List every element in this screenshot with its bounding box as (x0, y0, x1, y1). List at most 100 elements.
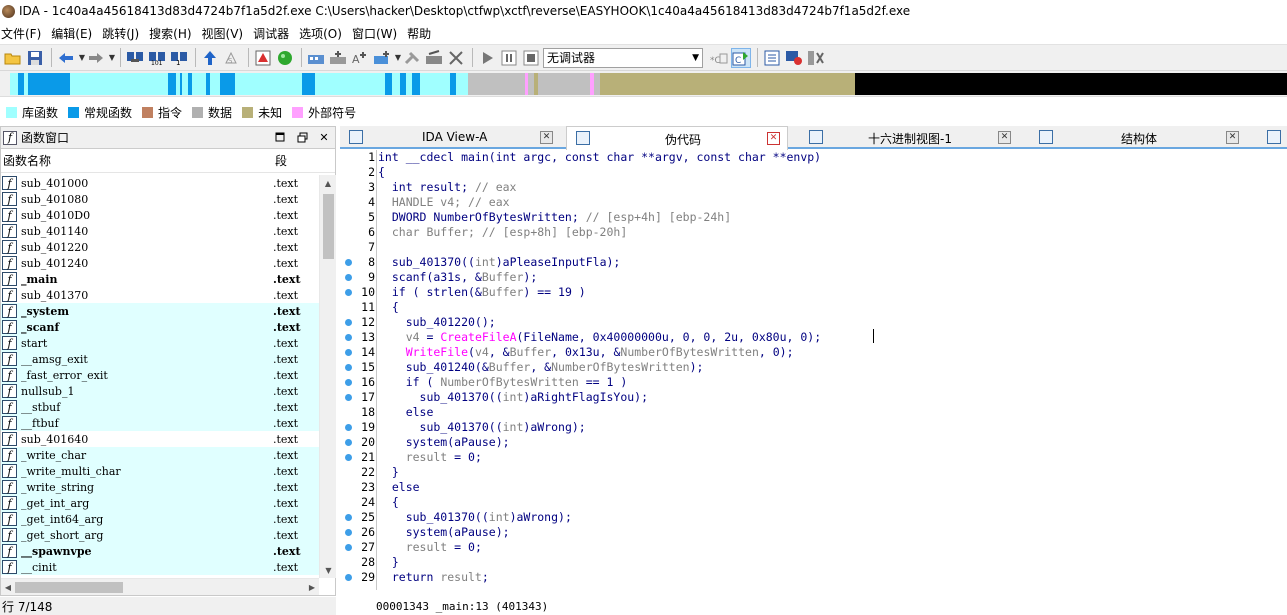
function-row[interactable]: f sub_401140 .text (1, 223, 319, 239)
pseudocode-line[interactable]: 15 sub_401240(&Buffer, &NumberOfBytesWri… (340, 360, 1287, 375)
tab-ida-view-a[interactable]: IDA View-A ✕ (340, 126, 562, 149)
function-row[interactable]: f sub_401640 .text (1, 431, 319, 447)
scroll-right-icon[interactable]: ▶ (305, 579, 319, 596)
run-icon[interactable] (275, 48, 295, 68)
script-icon[interactable]: S (222, 48, 242, 68)
pseudocode-line[interactable]: 28 } (340, 555, 1287, 570)
pseudocode-line[interactable]: 27 result = 0; (340, 540, 1287, 555)
pseudocode-line[interactable]: 2{ (340, 165, 1287, 180)
pseudocode-view[interactable]: 1 int __cdecl main(int argc, const char *… (340, 150, 1287, 595)
tab-pseudocode[interactable]: 伪代码 ✕ (566, 126, 788, 150)
column-segment[interactable]: 段 (271, 152, 287, 169)
float-icon[interactable] (295, 130, 309, 144)
function-row[interactable]: f _get_short_arg .text (1, 527, 319, 543)
create-struct-icon[interactable] (372, 48, 392, 68)
search-text-icon[interactable] (125, 48, 145, 68)
flag-icon[interactable] (784, 48, 804, 68)
pseudocode-line[interactable]: 4 HANDLE v4; // eax (340, 195, 1287, 210)
scroll-down-icon[interactable]: ▼ (320, 562, 337, 578)
function-row[interactable]: f _scanf .text (1, 319, 319, 335)
function-row[interactable]: f nullsub_1 .text (1, 383, 319, 399)
menu-search[interactable]: 搜索(H) (148, 25, 198, 42)
menu-options[interactable]: 选项(O) (298, 25, 349, 42)
menu-view[interactable]: 视图(V) (201, 25, 251, 42)
breakpoint-icon[interactable]: *C (709, 48, 729, 68)
restore-icon[interactable] (273, 130, 287, 144)
pseudocode-line[interactable]: 10 if ( strlen(&Buffer) == 19 ) (340, 285, 1287, 300)
function-row[interactable]: f _write_char .text (1, 447, 319, 463)
pseudocode-line[interactable]: 11 { (340, 300, 1287, 315)
fn-list-icon[interactable] (762, 48, 782, 68)
close-icon[interactable]: ✕ (317, 130, 331, 144)
scrollbar-thumb[interactable] (15, 582, 123, 593)
pseudocode-line[interactable]: 3 int result; // eax (340, 180, 1287, 195)
function-row[interactable]: f _get_int_arg .text (1, 495, 319, 511)
close-icon[interactable]: ✕ (998, 131, 1011, 144)
pseudocode-line[interactable]: 19 sub_401370((int)aWrong); (340, 420, 1287, 435)
search-imm-icon[interactable]: 1 (169, 48, 189, 68)
function-row[interactable]: f sub_401370 .text (1, 287, 319, 303)
patch-icon[interactable] (424, 48, 444, 68)
close-icon[interactable]: ✕ (1226, 131, 1239, 144)
create-code-icon[interactable] (306, 48, 326, 68)
plugin-icon[interactable] (402, 48, 422, 68)
pause-icon[interactable] (499, 48, 519, 68)
back-dropdown-icon[interactable]: ▼ (78, 48, 86, 68)
function-row[interactable]: f start .text (1, 335, 319, 351)
function-row[interactable]: f sub_401220 .text (1, 239, 319, 255)
close-icon[interactable]: ✕ (767, 132, 780, 145)
function-row[interactable]: f __stbuf .text (1, 399, 319, 415)
open-icon[interactable] (3, 48, 23, 68)
forward-dropdown-icon[interactable]: ▼ (108, 48, 116, 68)
menu-help[interactable]: 帮助 (406, 25, 438, 42)
function-row[interactable]: f __ftbuf .text (1, 415, 319, 431)
function-row[interactable]: f __spawnvpe .text (1, 543, 319, 559)
search-bin-icon[interactable]: 101 (147, 48, 167, 68)
pseudocode-line[interactable]: 13 v4 = CreateFileA(FileName, 0x40000000… (340, 330, 1287, 345)
pseudocode-line[interactable]: 23 else (340, 480, 1287, 495)
tab-more[interactable] (1264, 126, 1287, 149)
play-icon[interactable] (477, 48, 497, 68)
trace-icon[interactable]: C (731, 47, 751, 68)
close-icon[interactable]: ✕ (540, 131, 553, 144)
function-row[interactable]: f _get_int64_arg .text (1, 511, 319, 527)
create-data-icon[interactable] (328, 48, 348, 68)
stop-icon[interactable] (521, 48, 541, 68)
function-row[interactable]: f sub_401000 .text (1, 175, 319, 191)
graph-icon[interactable] (253, 48, 273, 68)
menu-file[interactable]: 文件(F) (0, 25, 48, 42)
menu-edit[interactable]: 编辑(E) (50, 25, 99, 42)
debugger-select[interactable]: 无调试器 ▼ (543, 47, 703, 68)
pseudocode-line[interactable]: 1 int __cdecl main(int argc, const char *… (340, 150, 1287, 165)
function-row[interactable]: f _write_multi_char .text (1, 463, 319, 479)
function-row[interactable]: f _main .text (1, 271, 319, 287)
column-function-name[interactable]: 函数名称 (1, 152, 271, 169)
menu-debugger[interactable]: 调试器 (252, 25, 296, 42)
forward-icon[interactable] (86, 48, 106, 68)
function-row[interactable]: f sub_401240 .text (1, 255, 319, 271)
pseudocode-line[interactable]: 17 sub_401370((int)aRightFlagIsYou); (340, 390, 1287, 405)
create-string-icon[interactable]: A (350, 48, 370, 68)
menu-jump[interactable]: 跳转(J) (101, 25, 146, 42)
pseudocode-line[interactable]: 24 { (340, 495, 1287, 510)
pseudocode-line[interactable]: 20 system(aPause); (340, 435, 1287, 450)
function-row[interactable]: f __amsg_exit .text (1, 351, 319, 367)
functions-vertical-scrollbar[interactable]: ▲ ▼ (319, 175, 336, 578)
pseudocode-line[interactable]: 5 DWORD NumberOfBytesWritten; // [esp+4h… (340, 210, 1287, 225)
function-row[interactable]: f sub_4010D0 .text (1, 207, 319, 223)
tab-structures[interactable]: 结构体 ✕ (1030, 126, 1242, 149)
function-row[interactable]: f _system .text (1, 303, 319, 319)
jump-up-icon[interactable] (200, 48, 220, 68)
create-dropdown-icon[interactable]: ▼ (394, 48, 402, 68)
navigation-band[interactable] (0, 71, 1287, 97)
pseudocode-line[interactable]: 25 sub_401370((int)aWrong); (340, 510, 1287, 525)
function-row[interactable]: f __cinit .text (1, 559, 319, 575)
function-row[interactable]: f _write_string .text (1, 479, 319, 495)
functions-horizontal-scrollbar[interactable]: ◀ ▶ (1, 578, 319, 595)
pseudocode-line[interactable]: 29 return result; (340, 570, 1287, 585)
pseudocode-line[interactable]: 22 } (340, 465, 1287, 480)
menu-windows[interactable]: 窗口(W) (351, 25, 404, 42)
tab-hex-view[interactable]: 十六进制视图-1 ✕ (800, 126, 1020, 149)
tools-icon[interactable] (806, 48, 826, 68)
pseudocode-line[interactable]: 16 if ( NumberOfBytesWritten == 1 ) (340, 375, 1287, 390)
